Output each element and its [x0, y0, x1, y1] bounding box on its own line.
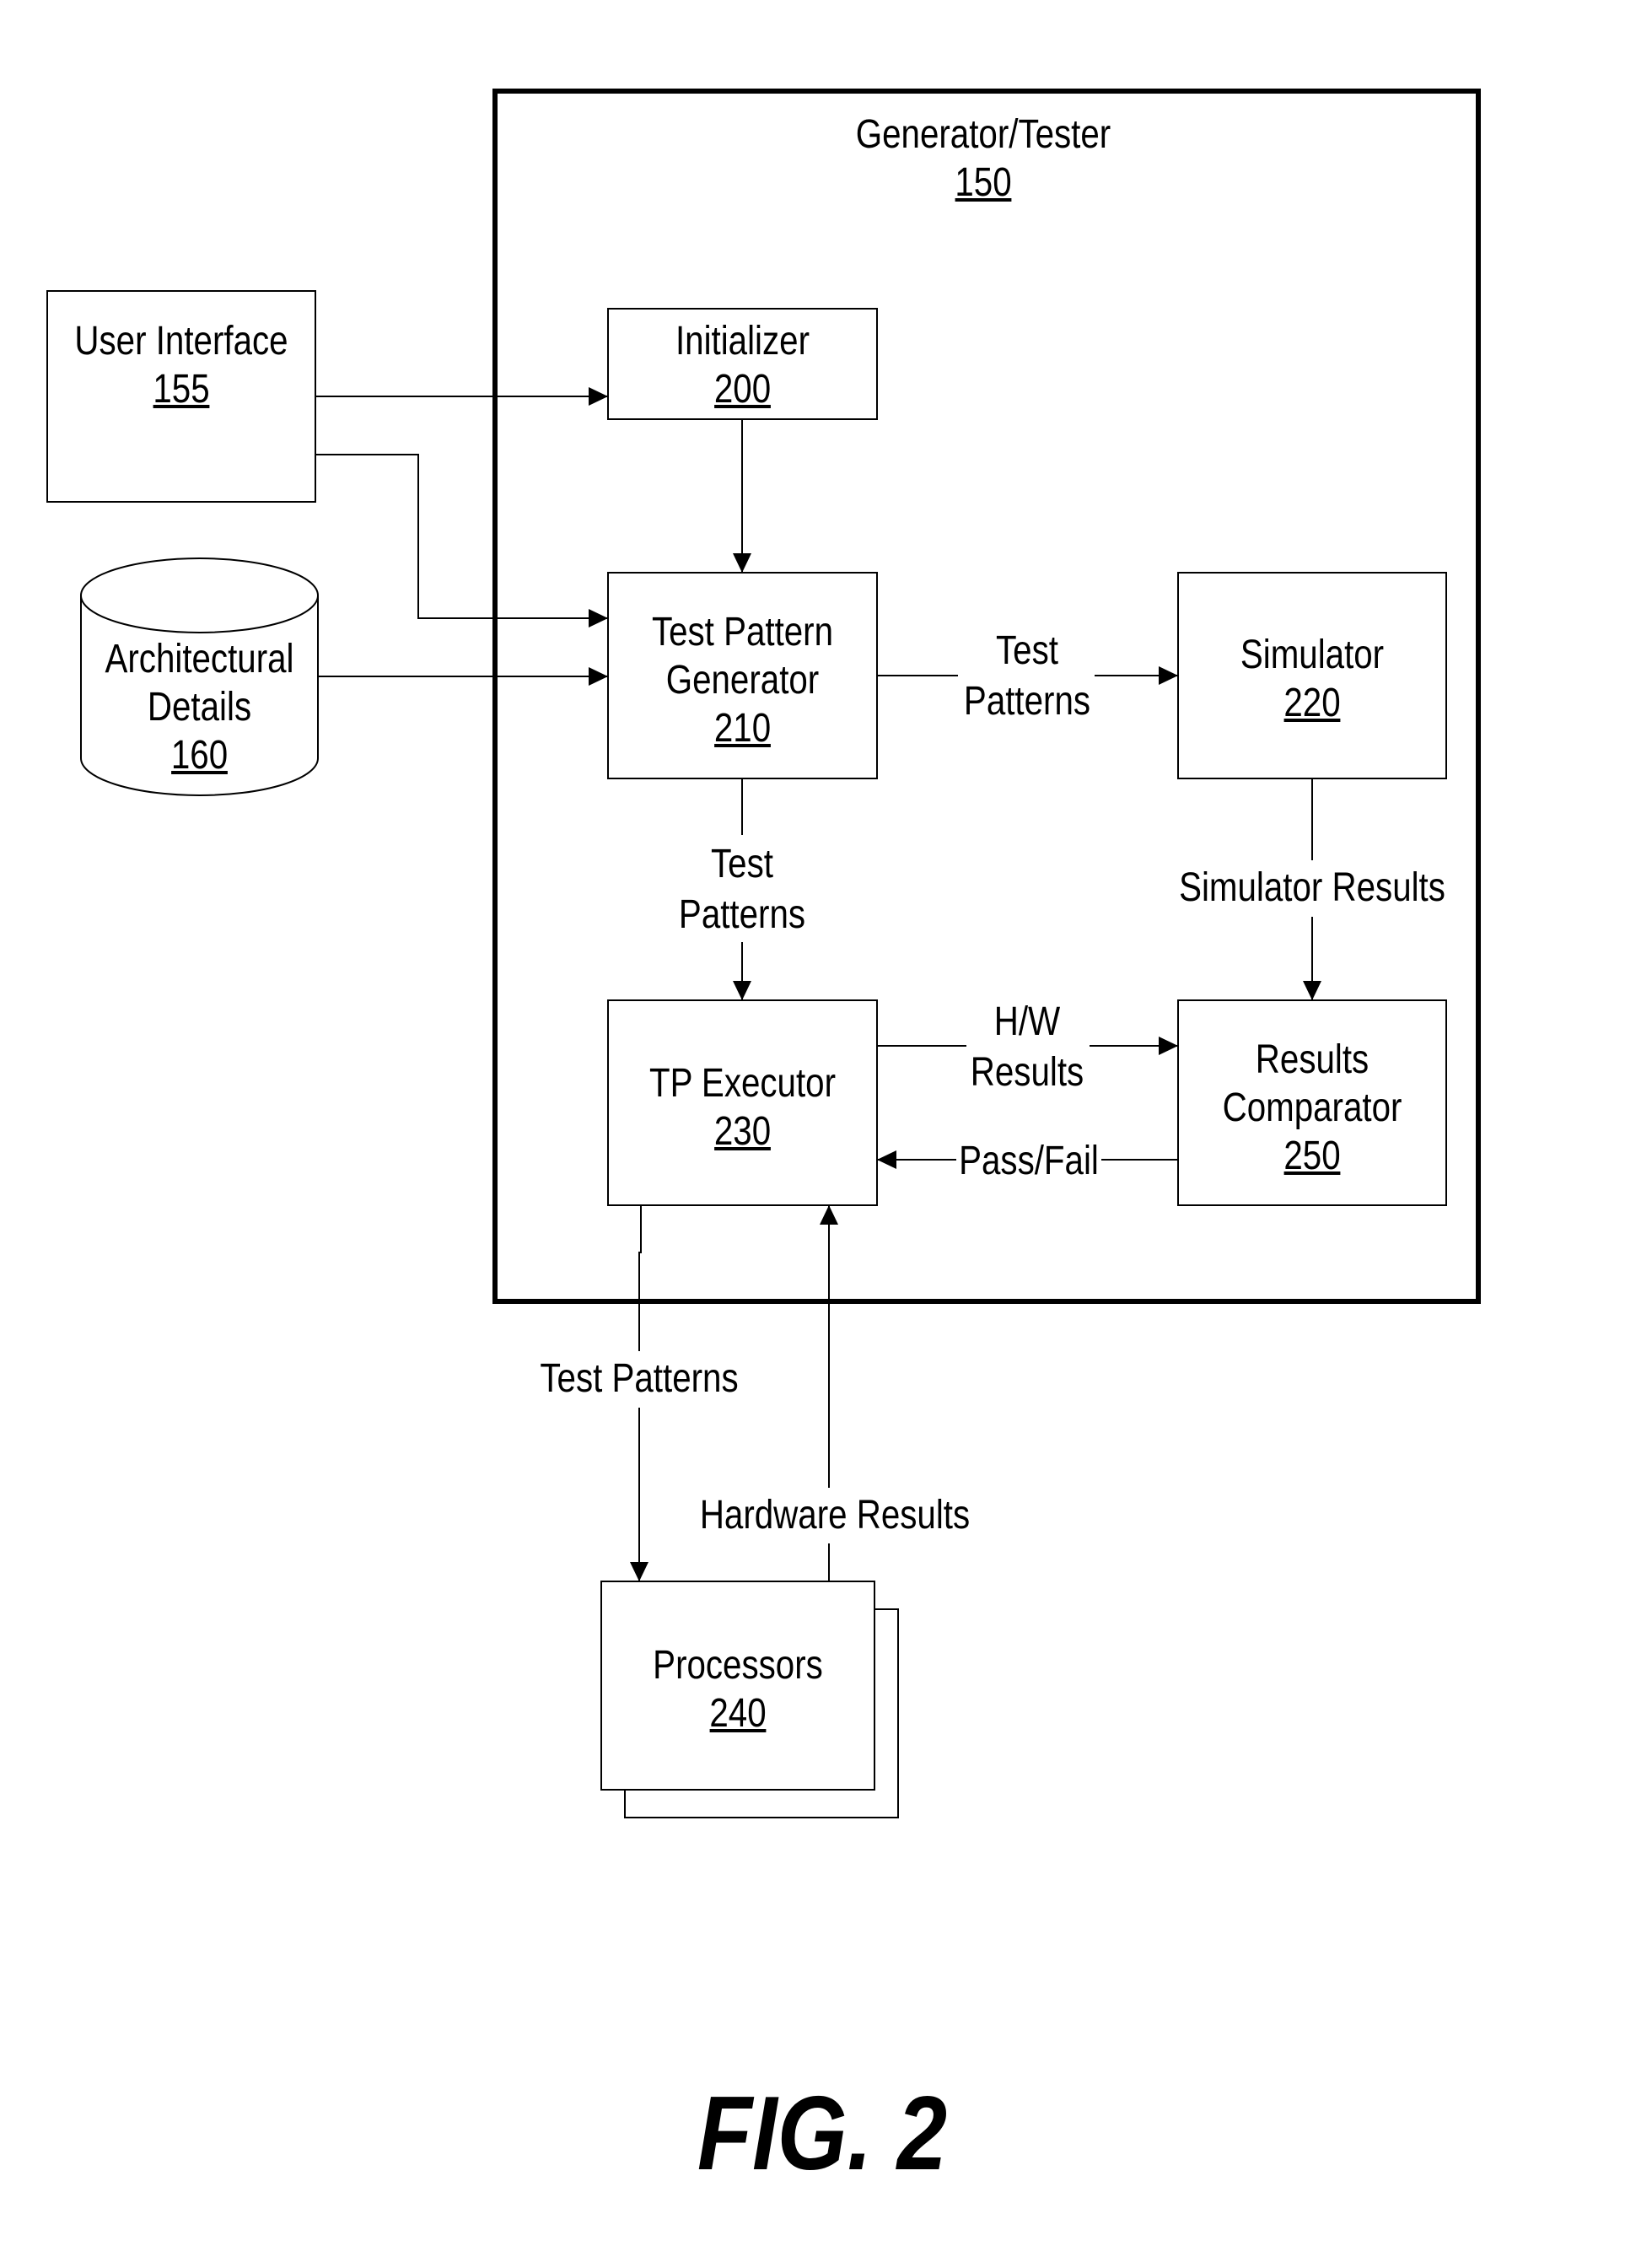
wire-tpe-to-proc-a	[638, 1205, 642, 1351]
tp-executor-label: TP Executor	[649, 1061, 836, 1106]
cylinder-top	[80, 557, 319, 633]
user-interface-block[interactable]: User Interface155	[46, 290, 316, 503]
arrowhead-icon	[589, 387, 608, 406]
generator-tester-label: Generator/Tester	[856, 112, 1111, 157]
processors-ref-number: 240	[709, 1691, 766, 1736]
test-pattern-generator-label: Test Pattern	[652, 610, 833, 654]
arrowhead-icon	[877, 1150, 896, 1169]
edge-label-tp-executor-to-processors: Test Patterns	[540, 1356, 738, 1401]
results-comparator-label: Comparator	[1223, 1085, 1402, 1130]
results-comparator-label: Results	[1256, 1037, 1369, 1082]
initializer-label: Initializer	[675, 319, 810, 364]
generator-tester-title: Generator/Tester150	[856, 112, 1111, 205]
user-interface-label: User Interface	[74, 319, 288, 364]
edge-label-test-pattern-generator-to-simulator: Test	[996, 628, 1058, 673]
initializer-block[interactable]: Initializer200	[607, 308, 878, 420]
arrowhead-icon	[1303, 981, 1321, 1000]
architectural-details-block[interactable]: ArchitecturalDetails160	[80, 557, 319, 796]
connectors	[315, 387, 1321, 1581]
simulator-block[interactable]: Simulator220	[1177, 572, 1447, 779]
arrowhead-icon	[630, 1562, 648, 1581]
test-pattern-generator-label: Generator	[666, 658, 820, 703]
blocks: User Interface155 Initializer200 Test Patt…	[46, 290, 1447, 1818]
test-pattern-generator-ref-number: 210	[714, 706, 771, 751]
user-interface-ref-number: 155	[153, 367, 209, 412]
arrowhead-icon	[1159, 1037, 1178, 1055]
edge-label-tp-executor-to-results-comparator: Results	[971, 1050, 1084, 1095]
edge-label-processors-to-tp-executor: Hardware Results	[700, 1493, 970, 1538]
processors-block[interactable]: Processors240	[600, 1581, 899, 1818]
processors-label: Processors	[653, 1643, 823, 1688]
simulator-ref-number: 220	[1283, 681, 1340, 725]
test-pattern-generator-block[interactable]: Test PatternGenerator210	[607, 572, 878, 779]
block-diagram: Generator/Tester150 User Interface155 Ini…	[46, 89, 1481, 2192]
simulator-label: Simulator	[1240, 633, 1384, 677]
edge-label-test-pattern-generator-to-tp-executor: Patterns	[679, 892, 805, 937]
tp-executor-block[interactable]: TP Executor230	[607, 999, 878, 1206]
architectural-details-label: Architectural	[105, 637, 293, 681]
edge-label-test-pattern-generator-to-simulator: Patterns	[964, 679, 1090, 724]
arrowhead-icon	[589, 609, 608, 627]
arrowhead-icon	[589, 667, 608, 686]
generator-tester-ref-number: 150	[955, 160, 1011, 205]
arrowhead-icon	[733, 553, 751, 573]
architectural-details-ref-number: 160	[171, 733, 228, 778]
results-comparator-block[interactable]: ResultsComparator250	[1177, 999, 1447, 1206]
edge-label-tp-executor-to-results-comparator: H/W	[994, 999, 1061, 1044]
figure-label: FIG. 2	[697, 2074, 947, 2191]
arrowhead-icon	[733, 981, 751, 1000]
edge-label-results-comparator-to-tp-executor: Pass/Fail	[959, 1139, 1099, 1183]
arrowhead-icon	[1159, 666, 1178, 685]
edge-label-simulator-to-results-comparator: Simulator Results	[1179, 865, 1445, 910]
results-comparator-ref-number: 250	[1283, 1134, 1340, 1178]
edge-label-test-pattern-generator-to-tp-executor: Test	[711, 842, 773, 886]
arrowhead-icon	[820, 1205, 838, 1225]
wire-ui-to-tpg	[315, 454, 608, 619]
initializer-ref-number: 200	[714, 367, 771, 412]
architectural-details-label: Details	[148, 685, 251, 730]
tp-executor-ref-number: 230	[714, 1109, 771, 1154]
